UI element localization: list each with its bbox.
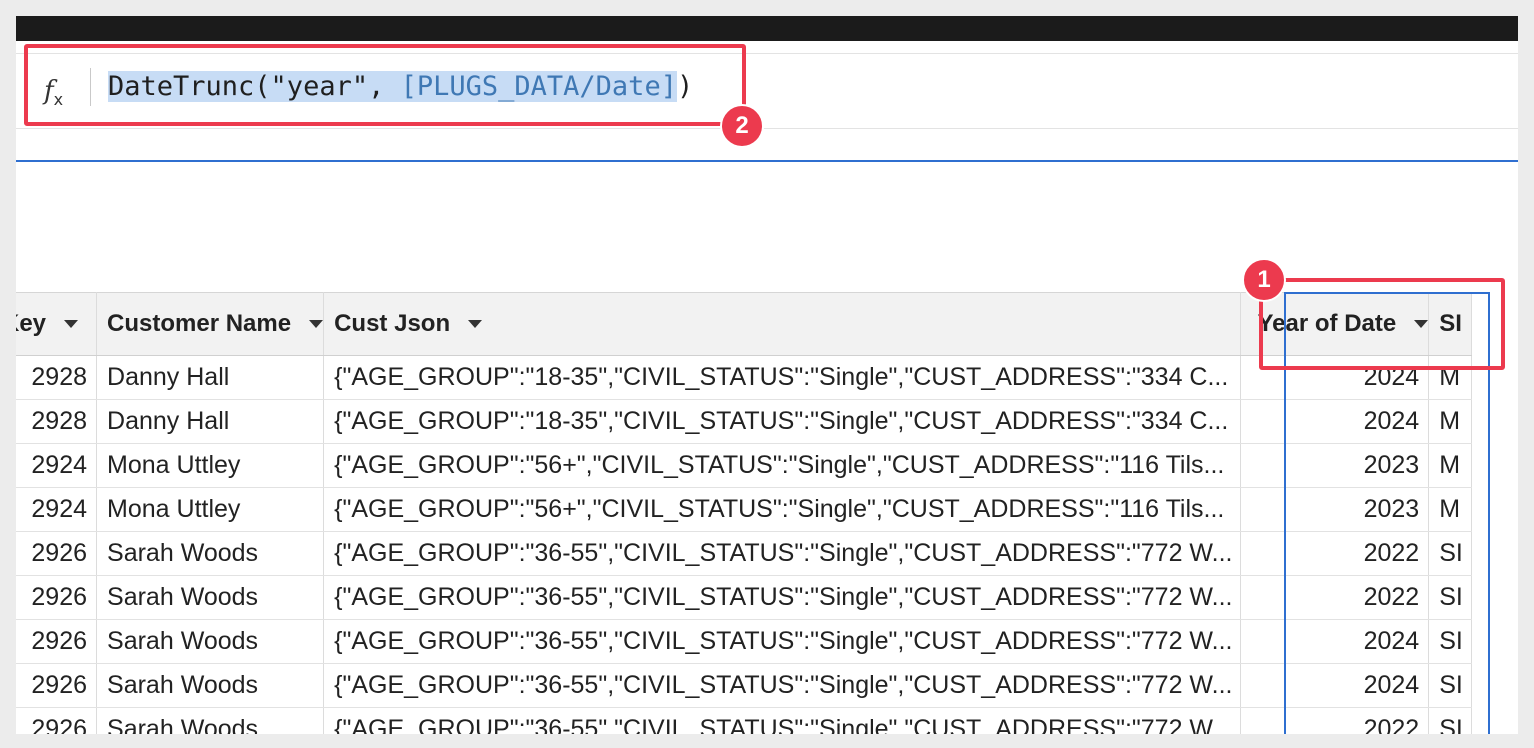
workbook-frame: fx DateTrunc("year", [PLUGS_DATA/Date]) … [16,16,1518,734]
cell-cust-key[interactable]: 2926 [16,707,98,734]
column-header-label: Cust Json [334,310,451,337]
column-header-next[interactable]: SI [1428,292,1472,356]
table-row[interactable]: 2926 Sarah Woods {"AGE_GROUP":"36-55","CIV… [16,575,1472,620]
table-row[interactable]: 2926 Sarah Woods {"AGE_GROUP":"36-55","CIV… [16,663,1472,708]
cell-year-of-date[interactable]: 2022 [1240,531,1430,576]
cell-cust-key[interactable]: 2926 [16,575,98,620]
cell-cust-json[interactable]: {"AGE_GROUP":"36-55","CIVIL_STATUS":"Sin… [323,531,1242,576]
column-header-label: Year of Date [1257,310,1397,337]
column-header-year-of-date[interactable]: Year of Date [1240,292,1430,356]
column-header-customer-name[interactable]: Customer Name [96,292,325,356]
cell-cust-json[interactable]: {"AGE_GROUP":"18-35","CIVIL_STATUS":"Sin… [323,355,1242,400]
cell-customer-name[interactable]: Danny Hall [96,355,325,400]
cell-next-column[interactable]: M [1428,355,1472,400]
table-row[interactable]: 2928 Danny Hall {"AGE_GROUP":"18-35","CIVI… [16,399,1472,444]
cell-year-of-date[interactable]: 2022 [1240,575,1430,620]
table-row[interactable]: 2926 Sarah Woods {"AGE_GROUP":"36-55","CIV… [16,619,1472,664]
cell-cust-key[interactable]: 2926 [16,531,98,576]
formula-input[interactable]: DateTrunc("year", [PLUGS_DATA/Date]) [108,67,693,107]
column-header-label: Cust Key [16,310,47,337]
cell-cust-json[interactable]: {"AGE_GROUP":"36-55","CIVIL_STATUS":"Sin… [323,707,1242,734]
cell-year-of-date[interactable]: 2024 [1240,663,1430,708]
column-header-cust-key[interactable]: Cust Key [16,292,98,356]
top-bar [16,16,1518,41]
formula-divider [90,68,91,106]
cell-customer-name[interactable]: Sarah Woods [96,531,325,576]
cell-customer-name[interactable]: Sarah Woods [96,575,325,620]
canvas-blank-area [16,162,1518,292]
cell-next-column[interactable]: SI [1428,575,1472,620]
table-row[interactable]: 2924 Mona Uttley {"AGE_GROUP":"56+","CIVIL… [16,487,1472,532]
chevron-down-icon[interactable] [468,320,483,328]
callout-badge-2: 2 [720,104,764,148]
cell-next-column[interactable]: M [1428,399,1472,444]
table-row[interactable]: 2924 Mona Uttley {"AGE_GROUP":"56+","CIVIL… [16,443,1472,488]
cell-cust-key[interactable]: 2928 [16,355,98,400]
cell-cust-key[interactable]: 2926 [16,619,98,664]
cell-cust-json[interactable]: {"AGE_GROUP":"36-55","CIVIL_STATUS":"Sin… [323,663,1242,708]
cell-year-of-date[interactable]: 2022 [1240,707,1430,734]
cell-customer-name[interactable]: Danny Hall [96,399,325,444]
cell-cust-key[interactable]: 2926 [16,663,98,708]
cell-customer-name[interactable]: Sarah Woods [96,663,325,708]
cell-year-of-date[interactable]: 2024 [1240,399,1430,444]
column-header-label: SI [1439,310,1462,337]
cell-year-of-date[interactable]: 2024 [1240,355,1430,400]
cell-cust-json[interactable]: {"AGE_GROUP":"56+","CIVIL_STATUS":"Singl… [323,487,1242,532]
column-header-cust-json[interactable]: Cust Json [323,292,1242,356]
cell-cust-json[interactable]: {"AGE_GROUP":"56+","CIVIL_STATUS":"Singl… [323,443,1242,488]
formula-close-paren: ) [676,71,694,102]
cell-cust-key[interactable]: 2928 [16,399,98,444]
cell-year-of-date[interactable]: 2024 [1240,619,1430,664]
chevron-down-icon[interactable] [309,320,323,328]
cell-year-of-date[interactable]: 2023 [1240,487,1430,532]
cell-customer-name[interactable]: Sarah Woods [96,619,325,664]
formula-bar[interactable]: fx DateTrunc("year", [PLUGS_DATA/Date]) [16,53,1518,129]
cell-customer-name[interactable]: Mona Uttley [96,443,325,488]
header-row: Cust Key Customer Name Cust Json Year of… [16,292,1472,356]
formula-column-ref: [PLUGS_DATA/Date] [400,71,677,102]
cell-year-of-date[interactable]: 2023 [1240,443,1430,488]
cell-cust-json[interactable]: {"AGE_GROUP":"36-55","CIVIL_STATUS":"Sin… [323,575,1242,620]
cell-next-column[interactable]: M [1428,443,1472,488]
cell-next-column[interactable]: SI [1428,619,1472,664]
cell-customer-name[interactable]: Sarah Woods [96,707,325,734]
cell-cust-key[interactable]: 2924 [16,443,98,488]
callout-badge-1: 1 [1242,258,1286,302]
cell-cust-json[interactable]: {"AGE_GROUP":"36-55","CIVIL_STATUS":"Sin… [323,619,1242,664]
cell-next-column[interactable]: M [1428,487,1472,532]
cell-next-column[interactable]: SI [1428,707,1472,734]
cell-cust-key[interactable]: 2924 [16,487,98,532]
chevron-down-icon[interactable] [1414,320,1428,328]
table-row[interactable]: 2928 Danny Hall {"AGE_GROUP":"18-35","CIVI… [16,355,1472,400]
column-header-label: Customer Name [107,310,292,337]
table-row[interactable]: 2926 Sarah Woods {"AGE_GROUP":"36-55","CIV… [16,531,1472,576]
data-table: Cust Key Customer Name Cust Json Year of… [16,292,1472,734]
cell-next-column[interactable]: SI [1428,663,1472,708]
table-row[interactable]: 2926 Sarah Woods {"AGE_GROUP":"36-55","CIV… [16,707,1472,734]
formula-function: DateTrunc("year", [108,71,401,102]
cell-next-column[interactable]: SI [1428,531,1472,576]
fx-icon: fx [44,76,64,110]
cell-cust-json[interactable]: {"AGE_GROUP":"18-35","CIVIL_STATUS":"Sin… [323,399,1242,444]
chevron-down-icon[interactable] [64,320,79,328]
cell-customer-name[interactable]: Mona Uttley [96,487,325,532]
